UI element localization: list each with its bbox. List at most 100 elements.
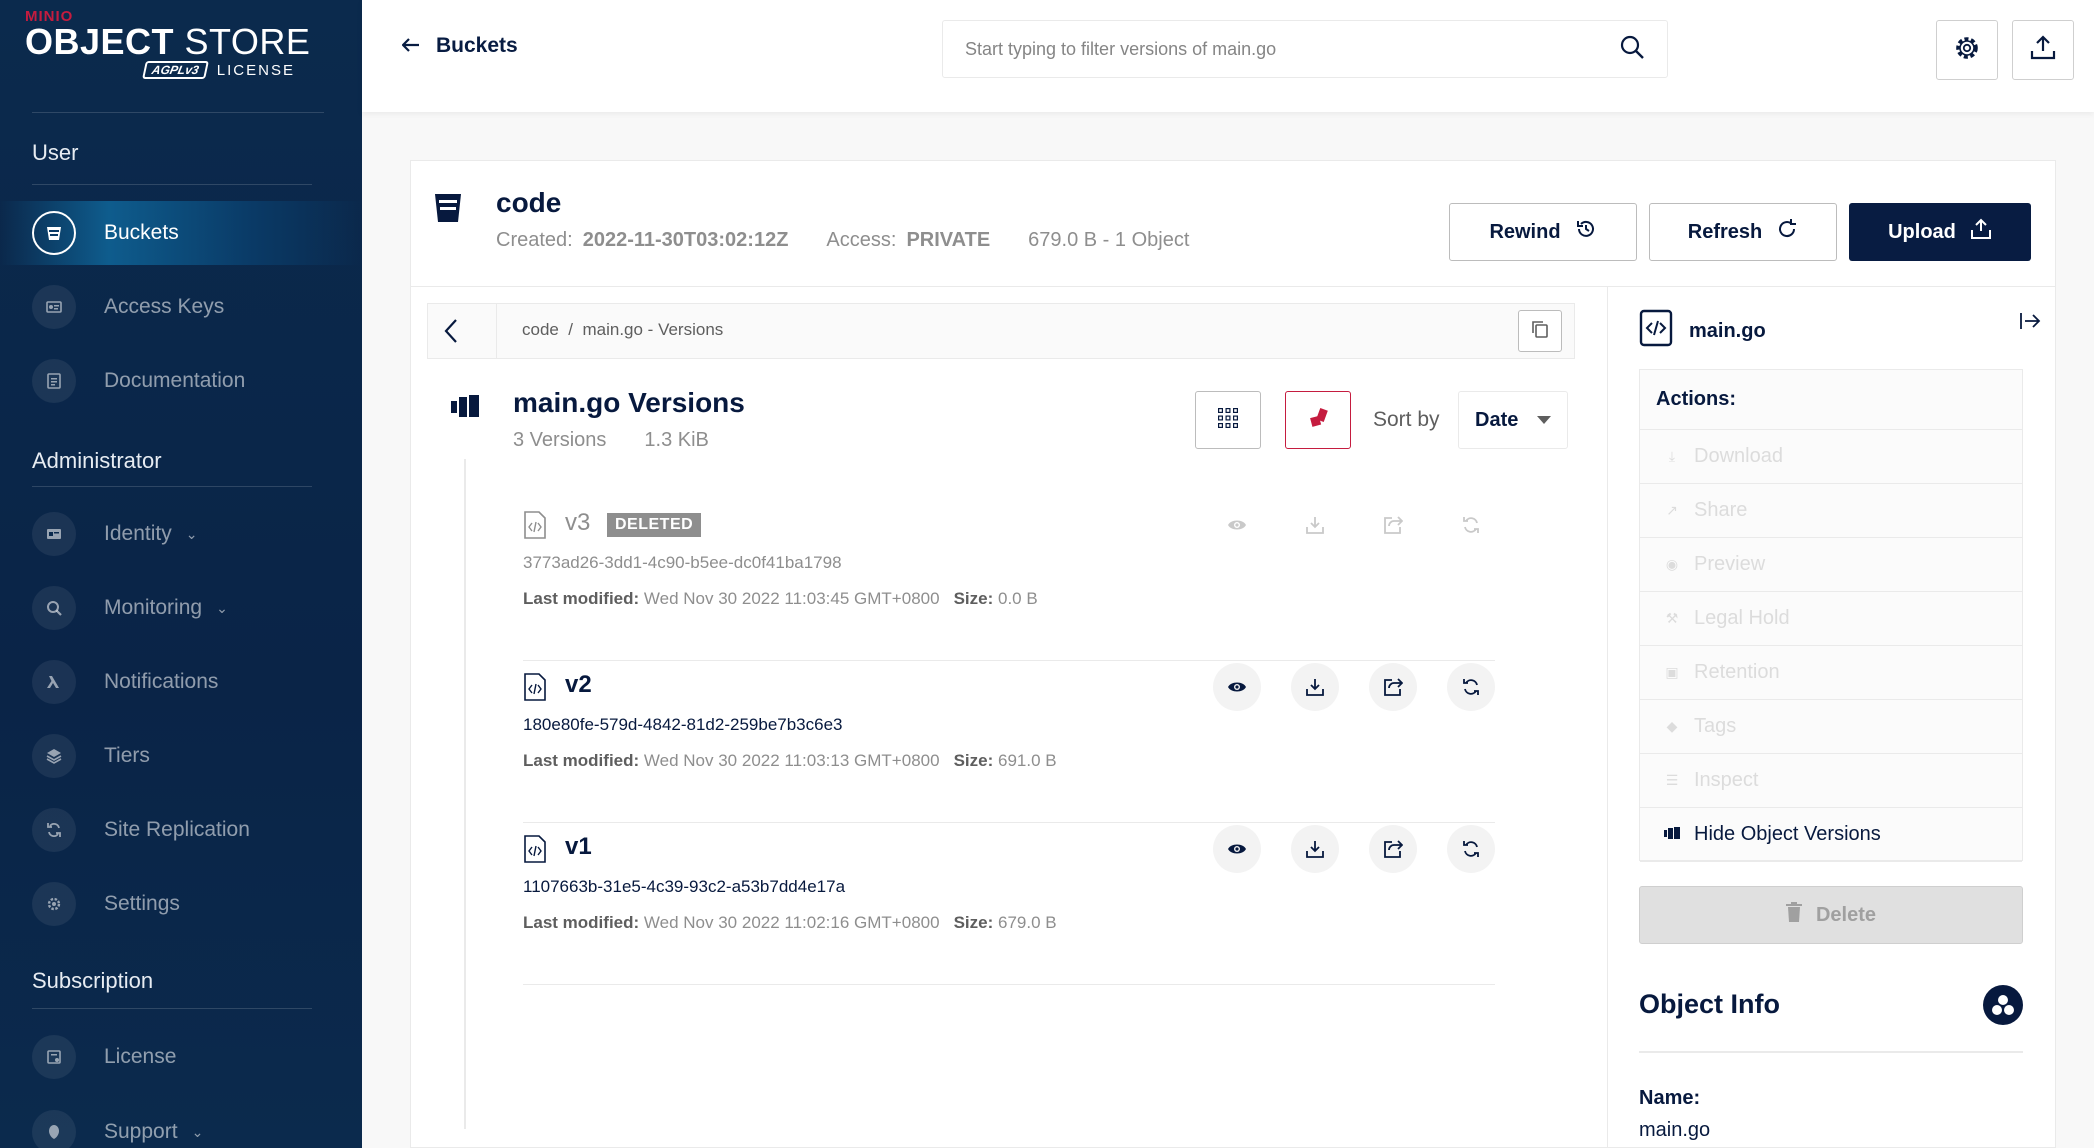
version-row[interactable]: v1 1107663b-31e5-4c39-93c2-a53b7dd4e17a … [523,823,1495,985]
refresh-button[interactable]: Refresh [1649,203,1837,261]
version-row[interactable]: v3 DELETED 3773ad26-3dd1-4c90-b5ee-dc0f4… [523,499,1495,661]
action-share[interactable]: ↗ Share [1640,484,2022,538]
sort-select[interactable]: Date [1458,391,1568,449]
action-tags[interactable]: ◆ Tags [1640,700,2022,754]
restore-icon[interactable] [1447,825,1495,873]
version-id: 1107663b-31e5-4c39-93c2-a53b7dd4e17a [523,877,846,896]
delete-label: Delete [1815,903,1877,926]
sidebar-item-tiers[interactable]: Tiers [0,724,362,788]
share-icon[interactable] [1369,501,1417,549]
support-icon [32,1110,76,1148]
code-file-icon [523,511,547,544]
rewind-button[interactable]: Rewind [1449,203,1637,261]
restore-icon[interactable] [1447,663,1495,711]
refresh-label: Refresh [1687,220,1763,243]
replication-icon [32,808,76,852]
delete-button[interactable]: Delete [1639,886,2023,944]
version-id: 3773ad26-3dd1-4c90-b5ee-dc0f41ba1798 [523,553,842,572]
action-retention[interactable]: ▣ Retention [1640,646,2022,700]
size-value: 691.0 B [997,751,1057,770]
sidebar-item-access-keys[interactable]: Access Keys [0,275,362,339]
bucket-name: code [496,187,562,218]
license-icon [32,1035,76,1079]
search-box[interactable] [942,20,1668,78]
download-icon[interactable] [1291,663,1339,711]
size-label: Size: [953,589,994,608]
caret-down-icon [1537,416,1551,424]
eye-icon[interactable] [1213,825,1261,873]
action-preview[interactable]: ◉ Preview [1640,538,2022,592]
sidebar-item-identity[interactable]: Identity ⌄ [0,502,362,566]
restore-icon[interactable] [1447,501,1495,549]
upload-label: Upload [1888,220,1956,243]
license-text: LICENSE [216,61,295,79]
sort-value: Date [1475,408,1519,431]
sidebar-item-notifications[interactable]: Notifications [0,650,362,714]
refresh-icon [1776,218,1798,246]
sidebar-item-documentation[interactable]: Documentation [0,349,362,413]
chevron-down-icon[interactable]: ⌄ [216,600,228,617]
bucket-panel: code Created: 2022-11-30T03:02:12Z Acces… [410,160,2056,1148]
identity-icon [32,512,76,556]
sidebar-item-support[interactable]: Support ⌄ [0,1100,362,1148]
copy-path-button[interactable] [1518,310,1562,352]
created-label: Created: [496,229,573,251]
delete-versions-icon [1307,407,1329,434]
last-modified-value: Wed Nov 30 2022 11:03:45 GMT+0800 [643,589,940,608]
trash-icon [1785,902,1802,928]
last-modified-label: Last modified: [523,751,640,770]
chevron-left-icon[interactable] [442,316,462,353]
sidebar-item-monitoring[interactable]: Monitoring ⌄ [0,576,362,640]
timeline-line [464,459,466,1129]
code-file-icon [523,835,547,868]
chevron-down-icon[interactable]: ⌄ [186,526,198,543]
details-file-name: main.go [1689,319,1766,342]
sidebar-item-license[interactable]: License [0,1025,362,1089]
download-icon[interactable] [1291,825,1339,873]
action-download[interactable]: ⤓ Download [1640,430,2022,484]
key-icon [32,285,76,329]
logo-product-bold: OBJECT [25,21,175,62]
sidebar-item-label: Buckets [104,221,179,244]
section-divider [32,1008,312,1009]
rewind-label: Rewind [1489,220,1561,243]
search-input[interactable] [965,38,1619,60]
delete-versions-button[interactable] [1285,391,1351,449]
download-icon[interactable] [1291,501,1339,549]
sidebar-item-settings[interactable]: Settings [0,872,362,936]
action-hide-object-versions[interactable]: Hide Object Versions [1640,808,2022,862]
sidebar-item-buckets[interactable]: Buckets [0,201,362,265]
actions-box: Actions: ⤓ Download ↗ Share ◉ Preview ⚒ Lega… [1639,369,2023,862]
share-icon[interactable] [1369,663,1417,711]
chevron-down-icon[interactable]: ⌄ [192,1124,204,1141]
settings-button[interactable] [1936,20,1998,80]
access-label: Access: [826,229,897,251]
code-file-icon [523,673,547,706]
version-row[interactable]: v2 180e80fe-579d-4842-81d2-259be7b3c6e3 … [523,661,1495,823]
close-panel-icon[interactable] [2019,311,2041,337]
size-label: Size: [953,913,994,932]
share-icon[interactable] [1369,825,1417,873]
top-bar: Buckets [362,0,2094,112]
document-icon [32,359,76,403]
search-icon[interactable] [1619,34,1645,65]
minio-logo[interactable]: MINIO OBJECT STORE AGPLv3 LICENSE [25,8,315,79]
action-legal-hold[interactable]: ⚒ Legal Hold [1640,592,2022,646]
gear-icon [1952,33,1982,68]
eye-icon[interactable] [1213,501,1261,549]
back-to-buckets-link[interactable]: Buckets [401,34,518,58]
action-label: Inspect [1694,769,1759,791]
action-inspect[interactable]: ☰ Inspect [1640,754,2022,808]
sidebar-item-site-replication[interactable]: Site Replication [0,798,362,862]
eye-icon[interactable] [1213,663,1261,711]
sidebar-item-label: License [104,1045,177,1068]
code-file-icon [1639,309,1673,353]
sidebar: MINIO OBJECT STORE AGPLv3 LICENSE User B… [0,0,362,1148]
access-value: PRIVATE [906,229,991,251]
upload-button[interactable]: Upload [1849,203,2031,261]
upload-header-button[interactable] [2012,20,2074,80]
gear-icon [32,882,76,926]
select-multiple-button[interactable] [1195,391,1261,449]
breadcrumb-path[interactable]: code / main.go - Versions [522,320,723,340]
agpl-badge: AGPLv3 [142,61,209,79]
